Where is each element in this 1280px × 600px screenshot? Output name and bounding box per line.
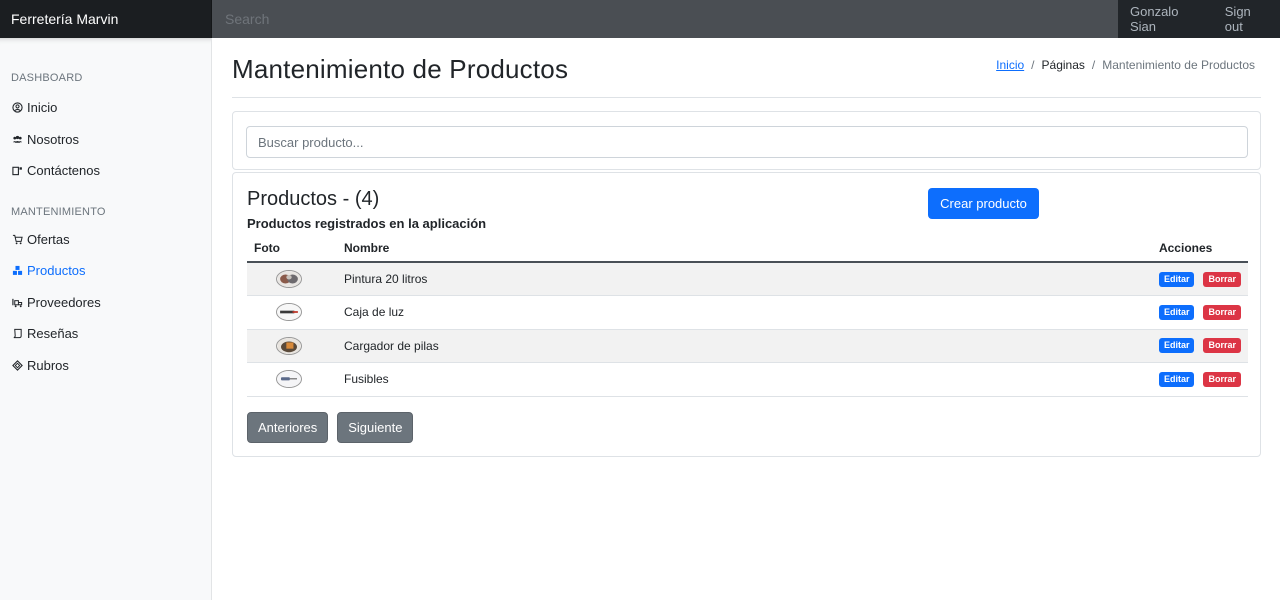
breadcrumb-current: Mantenimiento de Productos (1102, 58, 1255, 72)
page-title: Mantenimiento de Productos (232, 54, 569, 84)
search-card (232, 111, 1261, 170)
product-photo (276, 336, 302, 355)
products-table: Foto Nombre Acciones Pintura 20 litros E… (247, 235, 1248, 397)
delete-button[interactable]: Borrar (1203, 271, 1241, 287)
delete-button[interactable]: Borrar (1203, 338, 1241, 354)
sidebar-item-label: Productos (27, 263, 86, 279)
sidebar-item-label: Nosotros (27, 131, 80, 147)
table-row: Pintura 20 litros Editar Borrar (247, 262, 1248, 296)
page-header: Mantenimiento de Productos Inicio / Pági… (232, 38, 1261, 98)
breadcrumb: Inicio / Páginas / Mantenimiento de Prod… (996, 58, 1255, 72)
edit-button[interactable]: Editar (1158, 338, 1195, 354)
edit-button[interactable]: Editar (1158, 371, 1195, 387)
edit-button[interactable]: Editar (1158, 271, 1195, 287)
sidebar-item-rubros[interactable]: Rubros (0, 350, 211, 382)
tag-icon (12, 359, 23, 371)
main-content: Mantenimiento de Productos Inicio / Pági… (232, 38, 1261, 457)
brand-link[interactable]: Ferretería Marvin (0, 0, 212, 38)
product-photo (276, 270, 302, 288)
product-name: Cargador de pilas (337, 329, 1152, 363)
create-product-button[interactable]: Crear producto (928, 188, 1039, 219)
sidebar-item-resenas[interactable]: Reseñas (0, 318, 211, 350)
sidebar-item-label: Rubros (27, 357, 69, 373)
product-name: Caja de luz (337, 295, 1152, 330)
edit-button[interactable]: Editar (1158, 304, 1195, 320)
table-row: Fusibles Editar Borrar (247, 362, 1248, 397)
product-name: Fusibles (337, 362, 1152, 397)
users-icon (12, 134, 23, 145)
user-name-link[interactable]: Gonzalo Sian (1118, 4, 1213, 34)
table-header-row: Foto Nombre Acciones (247, 235, 1248, 263)
column-header-foto: Foto (247, 235, 337, 263)
contact-icon (12, 165, 23, 176)
table-row: Cargador de pilas Editar Borrar (247, 329, 1248, 363)
breadcrumb-inicio-link[interactable]: Inicio (996, 58, 1024, 72)
sidebar-item-ofertas[interactable]: Ofertas (0, 224, 211, 256)
delete-button[interactable]: Borrar (1203, 304, 1241, 320)
sidebar: DASHBOARD Inicio Nosotros Contáctenos MA… (0, 38, 212, 600)
global-search-input[interactable] (212, 0, 1118, 38)
sidebar-item-nosotros[interactable]: Nosotros (0, 124, 211, 156)
review-icon (12, 328, 23, 339)
column-header-nombre: Nombre (337, 235, 1152, 263)
product-photo (276, 370, 302, 389)
top-navbar: Ferretería Marvin Gonzalo Sian Sign out (0, 0, 1280, 38)
sidebar-item-productos[interactable]: Productos (0, 255, 211, 287)
breadcrumb-separator: / (1031, 58, 1035, 72)
breadcrumb-separator: / (1091, 58, 1096, 72)
sidebar-item-label: Ofertas (27, 231, 70, 247)
pagination: Anteriores Siguiente (247, 412, 414, 443)
delete-button[interactable]: Borrar (1203, 371, 1241, 387)
sign-out-link[interactable]: Sign out (1213, 4, 1280, 34)
sidebar-item-label: Proveedores (27, 294, 101, 310)
product-search-input[interactable] (246, 126, 1248, 158)
products-card: Productos - (4) Productos registrados en… (232, 172, 1261, 457)
sidebar-heading-mantenimiento: MANTENIMIENTO (11, 205, 106, 218)
cart-icon (12, 234, 23, 245)
products-title: Productos - (4) (247, 188, 380, 210)
user-circle-icon (12, 102, 23, 113)
next-page-button[interactable]: Siguiente (337, 412, 414, 443)
boxes-icon (12, 265, 23, 276)
sidebar-item-proveedores[interactable]: Proveedores (0, 287, 211, 319)
sidebar-item-contactenos[interactable]: Contáctenos (0, 155, 211, 187)
user-nav: Gonzalo Sian Sign out (1118, 0, 1280, 38)
column-header-acciones: Acciones (1151, 235, 1248, 263)
sidebar-item-label: Reseñas (27, 326, 79, 342)
previous-page-button[interactable]: Anteriores (247, 412, 329, 443)
breadcrumb-paginas: Páginas (1041, 58, 1085, 72)
table-row: Caja de luz Editar Borrar (247, 295, 1248, 330)
truck-icon (12, 297, 23, 308)
sidebar-item-inicio[interactable]: Inicio (0, 92, 211, 124)
products-subtitle: Productos registrados en la aplicación (247, 216, 487, 231)
product-name: Pintura 20 litros (337, 262, 1152, 296)
sidebar-item-label: Contáctenos (27, 163, 100, 179)
product-photo (276, 303, 302, 322)
sidebar-item-label: Inicio (27, 100, 58, 116)
sidebar-heading-dashboard: DASHBOARD (11, 72, 83, 84)
